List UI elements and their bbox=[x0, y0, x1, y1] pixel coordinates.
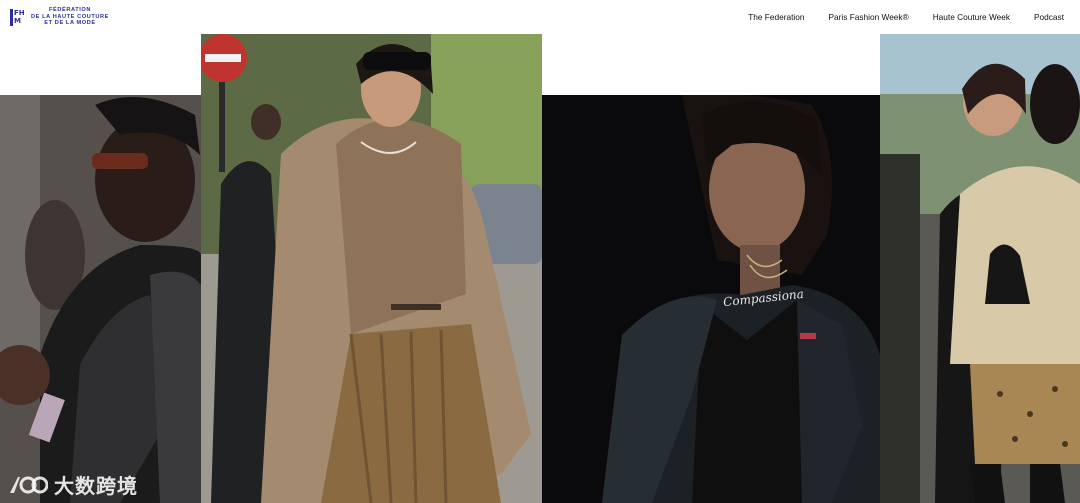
brand-line-3: ET DE LA MODE bbox=[44, 20, 96, 27]
photo-illustration bbox=[201, 34, 542, 503]
site-header: FH M FÉDÉRATION DE LA HAUTE COUTURE ET D… bbox=[0, 0, 1080, 34]
street-style-photo-leather-jacket[interactable] bbox=[0, 95, 201, 503]
nav-the-federation[interactable]: The Federation bbox=[748, 12, 804, 22]
brand-logo-link[interactable]: FH M FÉDÉRATION DE LA HAUTE COUTURE ET D… bbox=[10, 7, 109, 27]
logo-mark-top: FH bbox=[14, 8, 25, 17]
nav-podcast[interactable]: Podcast bbox=[1034, 12, 1064, 22]
photo-illustration bbox=[542, 95, 880, 503]
brand-name: FÉDÉRATION DE LA HAUTE COUTURE ET DE LA … bbox=[31, 7, 109, 27]
main-nav: The Federation Paris Fashion Week® Haute… bbox=[748, 12, 1064, 22]
street-style-photo-dark-coat[interactable]: Compassiona bbox=[542, 95, 880, 503]
photo-illustration bbox=[880, 34, 1080, 503]
nav-paris-fashion-week[interactable]: Paris Fashion Week® bbox=[828, 12, 908, 22]
watermark: 大数跨境 bbox=[8, 470, 138, 499]
street-style-photo-beige-blazer[interactable] bbox=[201, 34, 542, 503]
logo-mark-bottom: M bbox=[14, 16, 21, 25]
watermark-logo-icon bbox=[8, 473, 49, 497]
watermark-text: 大数跨境 bbox=[54, 474, 138, 498]
photo-illustration bbox=[0, 95, 201, 503]
page: FH M FÉDÉRATION DE LA HAUTE COUTURE ET D… bbox=[0, 0, 1080, 503]
nav-haute-couture-week[interactable]: Haute Couture Week bbox=[933, 12, 1010, 22]
street-style-photo-tweed-jacket-hug[interactable] bbox=[880, 34, 1080, 503]
fhcm-logo-icon: FH M bbox=[10, 8, 25, 26]
